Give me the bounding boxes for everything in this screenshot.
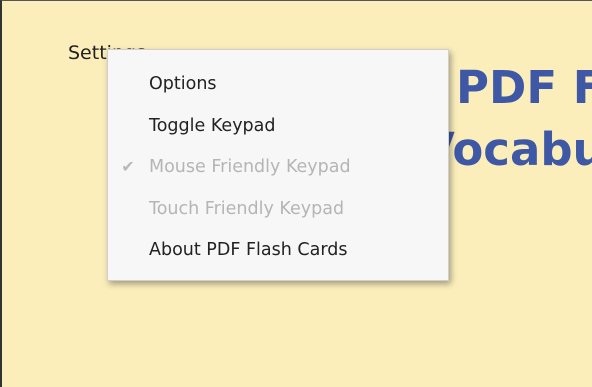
menu-item-about[interactable]: About PDF Flash Cards: [108, 230, 448, 272]
document-page: Settings PDF Flash Vocabulary Ar Options…: [0, 0, 592, 387]
menu-item-toggle-keypad[interactable]: Toggle Keypad: [108, 106, 448, 148]
menu-item-touch-friendly-keypad: Touch Friendly Keypad: [108, 189, 448, 231]
menu-item-label: Touch Friendly Keypad: [149, 198, 345, 219]
menu-item-label: Mouse Friendly Keypad: [149, 157, 351, 177]
menu-item-label: About PDF Flash Cards: [149, 240, 348, 260]
menu-item-mouse-friendly-keypad: ✔ Mouse Friendly Keypad: [108, 147, 448, 189]
menu-item-label: Toggle Keypad: [149, 115, 276, 136]
menu-item-options[interactable]: Options: [108, 64, 448, 106]
settings-dropdown-menu: Options Toggle Keypad ✔ Mouse Friendly K…: [107, 49, 449, 281]
check-icon: ✔: [121, 157, 135, 176]
menu-item-label: Options: [149, 74, 217, 94]
